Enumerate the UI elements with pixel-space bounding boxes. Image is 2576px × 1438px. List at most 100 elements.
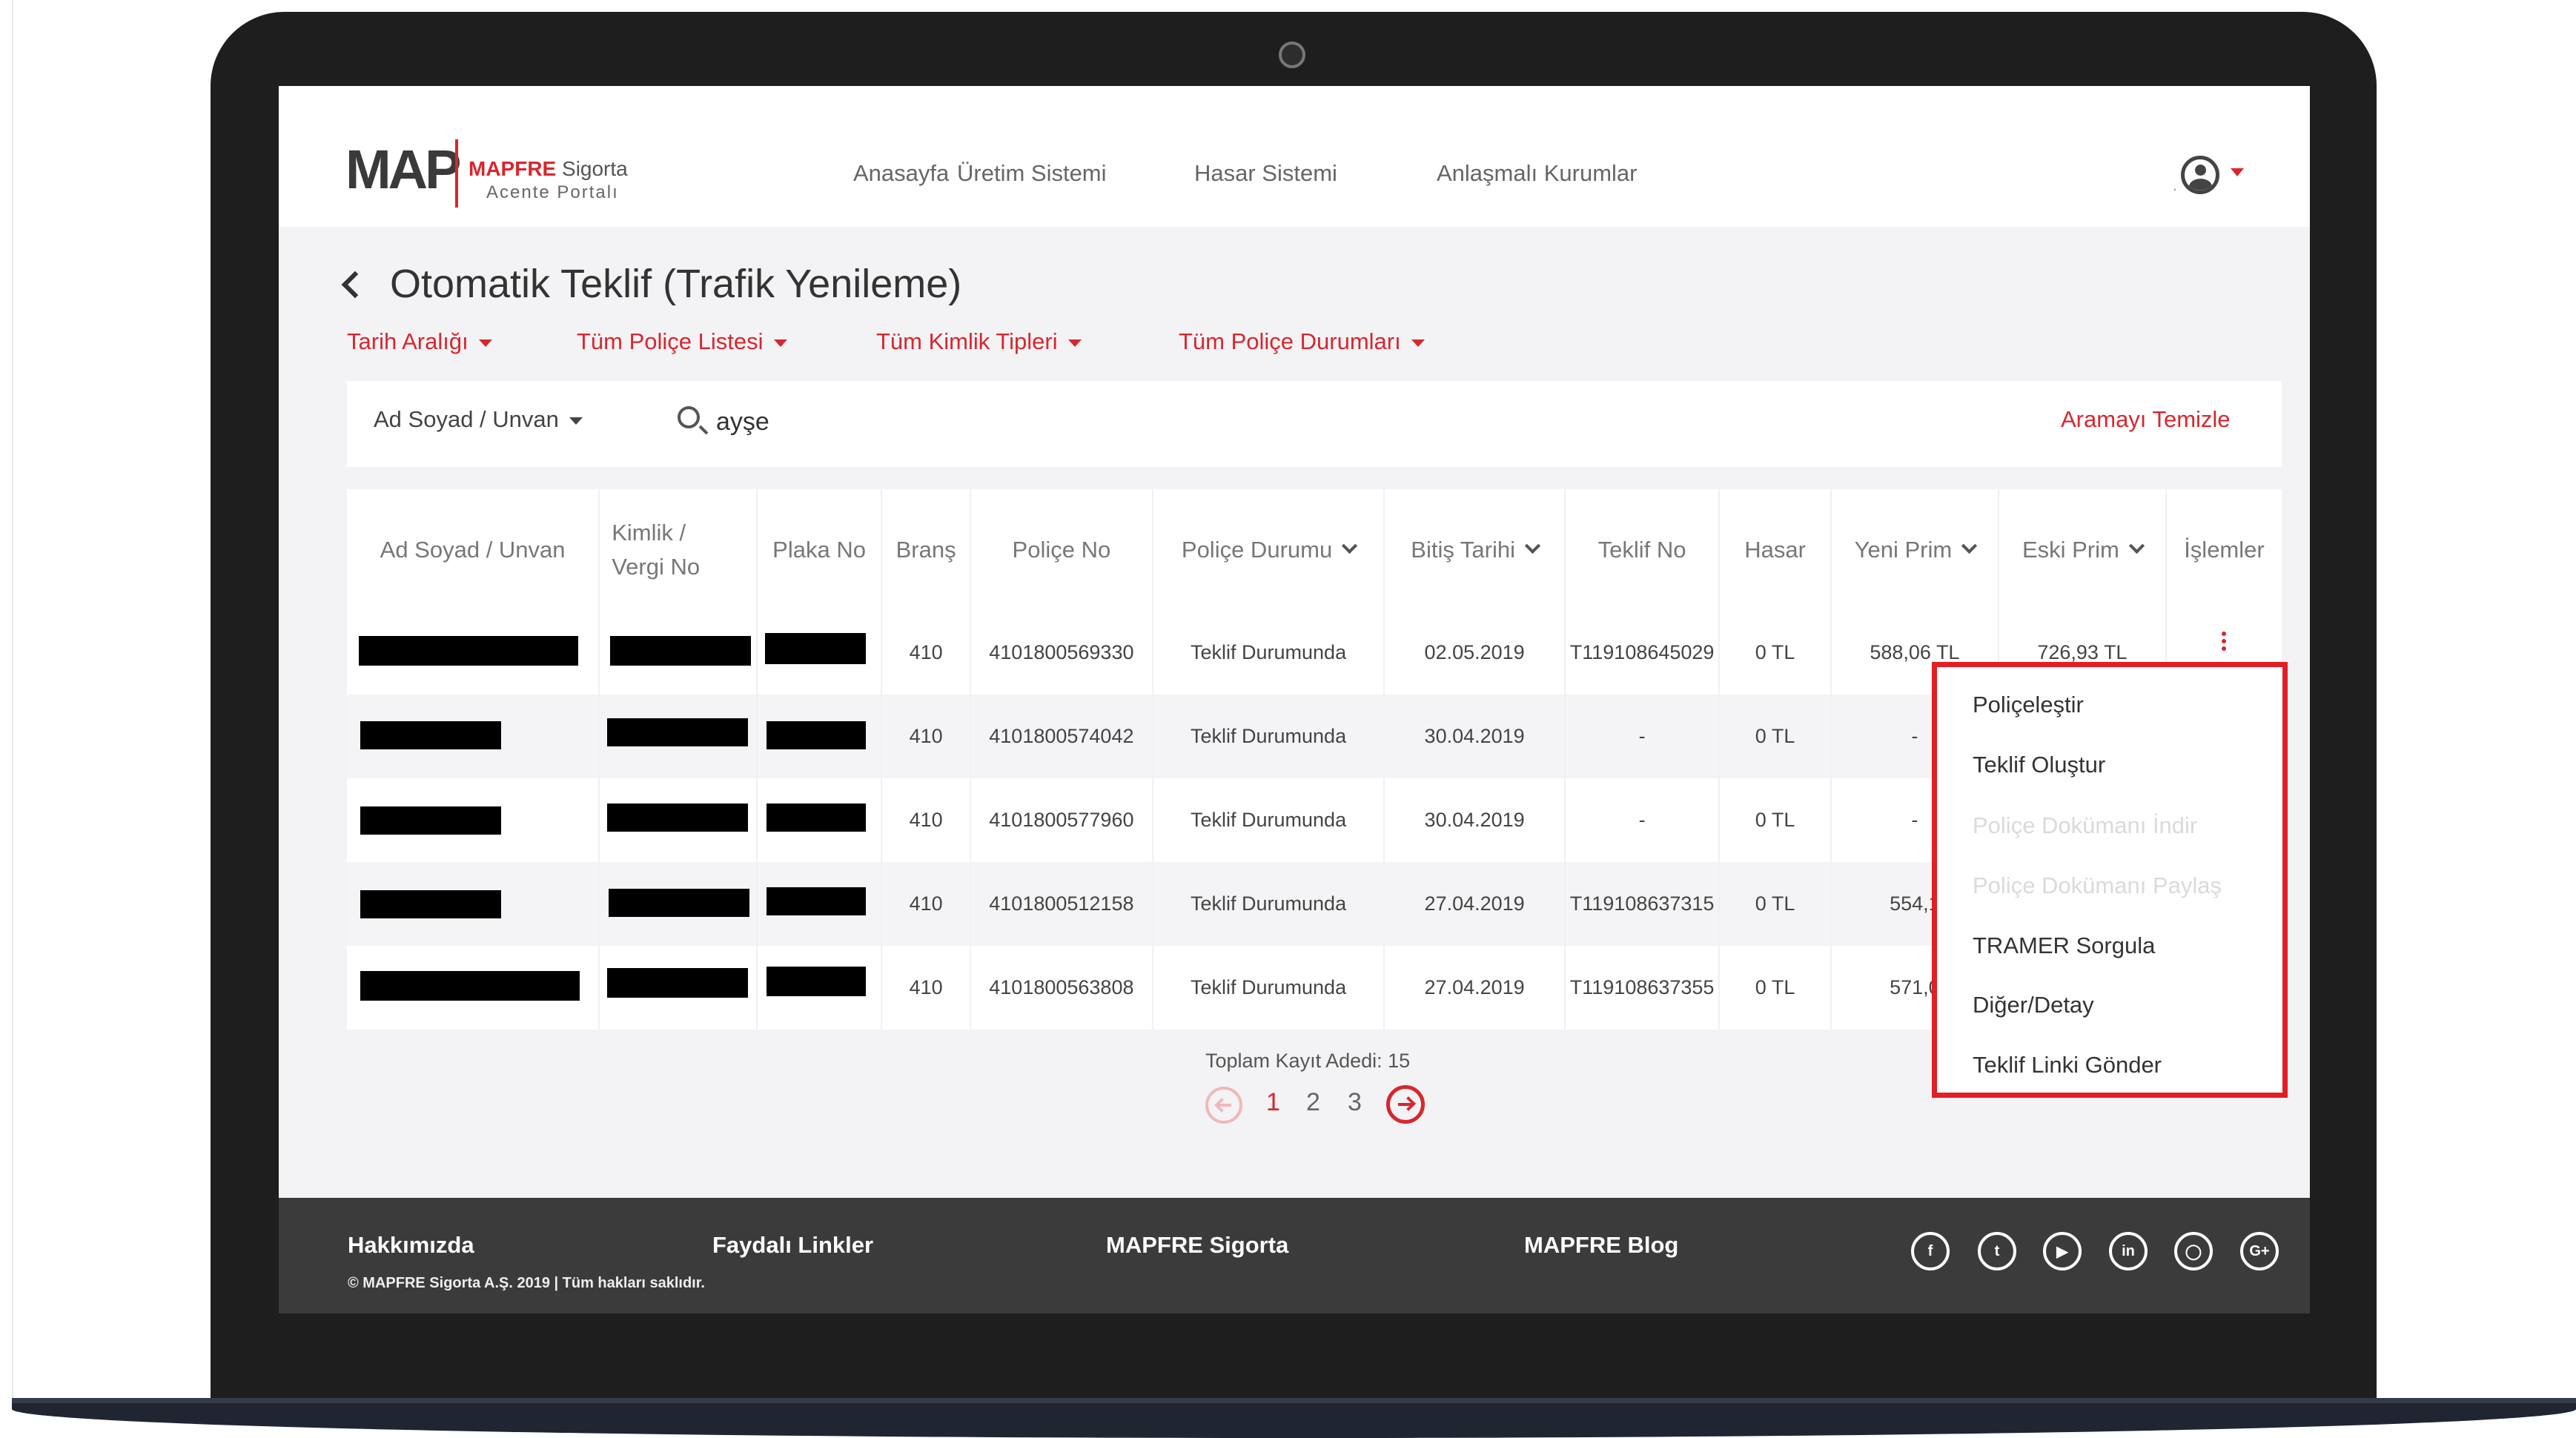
footer: Hakkımızda Faydalı Linkler MAPFRE Sigort… (279, 1198, 2310, 1313)
brand-subtitle: Acente Portalı (486, 182, 619, 202)
col-bitis-tarihi[interactable]: Bitiş Tarihi (1385, 489, 1566, 611)
hasar-cell: 0 TL (1720, 946, 1832, 1030)
police-no-cell: 4101800574042 (971, 695, 1153, 778)
user-dot: . (2173, 178, 2177, 194)
col-eski-prim[interactable]: Eski Prim (1999, 489, 2167, 611)
caret-down-icon (773, 339, 787, 347)
police-durumu-cell: Teklif Durumunda (1153, 778, 1385, 862)
google-plus-icon[interactable]: G+ (2240, 1232, 2279, 1270)
nav-uretim-sistemi[interactable]: Üretim Sistemi (957, 160, 1107, 187)
hasar-cell: 0 TL (1720, 695, 1832, 778)
filter-police-listesi[interactable]: Tüm Poliçe Listesi (577, 328, 787, 355)
hasar-cell: 0 TL (1720, 862, 1832, 946)
linkedin-icon[interactable]: in (2109, 1232, 2148, 1270)
nav-hasar-sistemi[interactable]: Hasar Sistemi (1194, 160, 1337, 187)
map-logo[interactable]: MAP (345, 138, 461, 201)
chevron-down-icon (1961, 537, 1978, 554)
plaka-cell-redacted (758, 778, 883, 862)
filter-tarih-araligi[interactable]: Tarih Aralığı (347, 328, 492, 355)
col-kimlik[interactable]: Kimlik / Vergi No (600, 489, 758, 611)
col-police-durumu[interactable]: Poliçe Durumu (1153, 489, 1385, 611)
row-actions-menu: Poliçeleştir Teklif Oluştur Poliçe Doküm… (1932, 662, 2288, 1098)
menu-teklif-olustur[interactable]: Teklif Oluştur (1973, 752, 2105, 778)
menu-tramer-sorgula[interactable]: TRAMER Sorgula (1973, 932, 2155, 959)
brand-suffix: Sigorta (562, 157, 628, 180)
total-records: Toplam Kayıt Adedi: 15 (1205, 1050, 1411, 1072)
clear-search-button[interactable]: Aramayı Temizle (2061, 406, 2231, 433)
back-arrow-icon[interactable] (341, 271, 369, 299)
police-no-cell: 4101800512158 (971, 862, 1153, 946)
page-1[interactable]: 1 (1266, 1088, 1280, 1117)
teklif-no-cell: - (1566, 695, 1721, 778)
menu-policelestir[interactable]: Poliçeleştir (1973, 692, 2084, 718)
kimlik-cell-redacted (600, 695, 758, 778)
page-2[interactable]: 2 (1306, 1088, 1320, 1117)
footer-link-faydali-linkler[interactable]: Faydalı Linkler (712, 1232, 873, 1259)
chevron-down-icon (2128, 537, 2145, 554)
police-no-cell: 4101800563808 (971, 946, 1153, 1030)
prev-page-icon[interactable] (1205, 1087, 1242, 1124)
app-screen: MAP MAPFRE Sigorta Acente Portalı Anasay… (279, 86, 2310, 1313)
police-durumu-cell: Teklif Durumunda (1153, 611, 1385, 695)
footer-link-hakkimizda[interactable]: Hakkımızda (348, 1232, 474, 1259)
menu-teklif-linki-gonder[interactable]: Teklif Linki Gönder (1973, 1052, 2162, 1078)
laptop-base (12, 1403, 2576, 1438)
hasar-cell: 0 TL (1720, 611, 1832, 695)
col-police-no[interactable]: Poliçe No (971, 489, 1153, 611)
user-avatar-icon[interactable] (2181, 156, 2219, 194)
filter-kimlik-tipleri[interactable]: Tüm Kimlik Tipleri (876, 328, 1082, 355)
youtube-icon[interactable]: ▶ (2043, 1232, 2082, 1270)
col-brans[interactable]: Branş (882, 489, 971, 611)
chevron-down-icon (1524, 537, 1541, 554)
name-cell-redacted (347, 611, 600, 695)
name-cell-redacted (347, 862, 600, 946)
police-durumu-cell: Teklif Durumunda (1153, 695, 1385, 778)
police-durumu-cell: Teklif Durumunda (1153, 862, 1385, 946)
name-cell-redacted (347, 695, 600, 778)
caret-down-icon (569, 417, 583, 425)
police-no-cell: 4101800577960 (971, 778, 1153, 862)
next-page-icon[interactable] (1386, 1085, 1425, 1124)
footer-link-mapfre-blog[interactable]: MAPFRE Blog (1524, 1232, 1678, 1259)
nav-anasayfa[interactable]: Anasayfa (853, 160, 949, 187)
copyright-text: © MAPFRE Sigorta A.Ş. 2019 | Tüm hakları… (348, 1275, 705, 1291)
chevron-down-icon (1342, 537, 1358, 554)
twitter-icon[interactable]: t (1978, 1232, 2016, 1270)
instagram-icon[interactable]: ◯ (2174, 1232, 2213, 1270)
col-islemler: İşlemler (2184, 536, 2265, 563)
brans-cell: 410 (882, 862, 971, 946)
menu-police-dokumani-paylas: Poliçe Dokümanı Paylaş (1973, 872, 2222, 898)
brand-name: MAPFRE (468, 157, 557, 180)
brans-cell: 410 (882, 946, 971, 1030)
teklif-no-cell: - (1566, 778, 1721, 862)
col-teklif-no[interactable]: Teklif No (1566, 489, 1721, 611)
bitis-cell: 27.04.2019 (1385, 862, 1566, 946)
search-icon (678, 406, 700, 428)
plaka-cell-redacted (758, 862, 883, 946)
bitis-cell: 30.04.2019 (1385, 695, 1566, 778)
menu-police-dokumani-indir: Poliçe Dokümanı İndir (1973, 812, 2198, 838)
menu-diger-detay[interactable]: Diğer/Detay (1973, 992, 2094, 1018)
page-3[interactable]: 3 (1348, 1088, 1362, 1117)
col-yeni-prim[interactable]: Yeni Prim (1832, 489, 1999, 611)
plaka-cell-redacted (758, 946, 883, 1030)
filter-police-durumlari[interactable]: Tüm Poliçe Durumları (1179, 328, 1425, 355)
caret-down-icon (1067, 339, 1082, 347)
name-cell-redacted (347, 946, 600, 1030)
bitis-cell: 02.05.2019 (1385, 611, 1566, 695)
kimlik-cell-redacted (600, 862, 758, 946)
col-plaka[interactable]: Plaka No (758, 489, 883, 611)
search-input[interactable] (716, 403, 1828, 440)
footer-link-mapfre-sigorta[interactable]: MAPFRE Sigorta (1106, 1232, 1288, 1259)
teklif-no-cell: T119108637315 (1566, 862, 1721, 946)
col-hasar[interactable]: Hasar (1720, 489, 1832, 611)
col-name[interactable]: Ad Soyad / Unvan (347, 489, 600, 611)
brand-logo: MAPFRE Sigorta (468, 157, 628, 181)
hasar-cell: 0 TL (1720, 778, 1832, 862)
nav-anlasmali-kurumlar[interactable]: Anlaşmalı Kurumlar (1437, 160, 1637, 187)
page-edge-line (12, 0, 13, 1405)
teklif-no-cell: T119108637355 (1566, 946, 1721, 1030)
facebook-icon[interactable]: f (1911, 1232, 1950, 1270)
chevron-down-icon[interactable] (2231, 168, 2244, 176)
search-type-select[interactable]: Ad Soyad / Unvan (374, 406, 583, 433)
